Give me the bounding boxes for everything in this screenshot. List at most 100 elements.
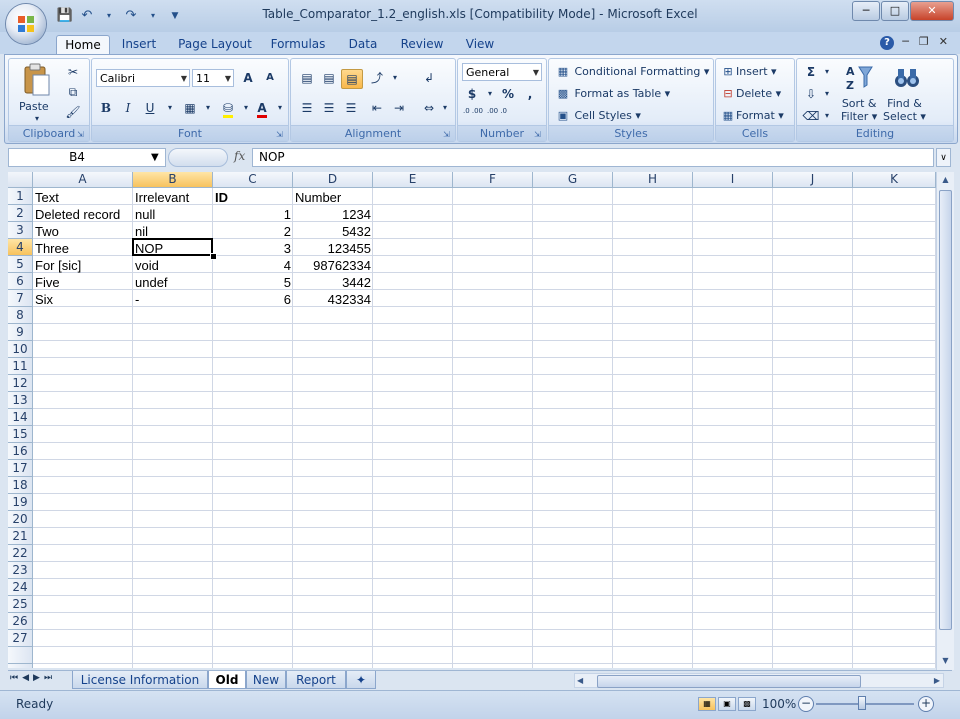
cell-c7[interactable]: 6 (213, 290, 293, 307)
row-header[interactable]: 7 (8, 290, 33, 307)
workbook-minimize-icon[interactable]: ─ (902, 35, 909, 48)
row-header[interactable]: 16 (8, 443, 33, 460)
column-header-i[interactable]: I (693, 172, 773, 188)
font-color-button[interactable]: A (252, 99, 272, 118)
cell-c3[interactable]: 2 (213, 222, 293, 239)
autosum-dropdown-icon[interactable]: ▾ (817, 63, 837, 81)
last-sheet-icon[interactable]: ⏭ (44, 673, 52, 683)
workbook-close-icon[interactable]: ✕ (939, 35, 948, 48)
decrease-decimal-button[interactable]: .00 .0 (486, 107, 508, 125)
borders-dropdown-icon[interactable]: ▾ (198, 99, 218, 117)
column-header-j[interactable]: J (773, 172, 853, 188)
cell-b3[interactable]: nil (133, 222, 213, 239)
formula-input[interactable]: NOP (252, 148, 934, 167)
horizontal-scrollbar[interactable]: ◀ ▶ (574, 673, 944, 688)
zoom-slider-thumb[interactable] (858, 696, 866, 710)
row-header[interactable]: 4 (8, 239, 33, 256)
sheet-tab-new[interactable]: New (246, 671, 286, 689)
close-button[interactable]: ✕ (910, 1, 954, 21)
row-header[interactable]: 24 (8, 579, 33, 596)
format-as-table-button[interactable]: ▩ Format as Table ▾ (555, 86, 670, 102)
row-header[interactable]: 15 (8, 426, 33, 443)
zoom-in-icon[interactable]: + (918, 696, 934, 712)
row-header[interactable]: 25 (8, 596, 33, 613)
increase-decimal-button[interactable]: .0 .00 (462, 107, 484, 125)
cell-a3[interactable]: Two (33, 222, 133, 239)
percent-style-button[interactable]: % (498, 85, 518, 103)
row-header[interactable]: 22 (8, 545, 33, 562)
fill-handle[interactable] (210, 253, 217, 260)
orientation-dropdown-icon[interactable]: ▾ (385, 69, 405, 87)
insert-cells-button[interactable]: ⊞ Insert ▾ (720, 64, 776, 80)
align-top-icon[interactable]: ▤ (297, 69, 317, 87)
align-left-icon[interactable]: ☰ (297, 99, 317, 117)
cell-d1[interactable]: Number (293, 188, 373, 205)
scroll-down-icon[interactable]: ▼ (939, 654, 952, 668)
zoom-out-icon[interactable]: − (798, 696, 814, 712)
cut-icon[interactable]: ✂ (63, 63, 83, 81)
cell-d7[interactable]: 432334 (293, 290, 373, 307)
copy-icon[interactable]: ⧉ (63, 83, 83, 101)
tab-insert[interactable]: Insert (116, 35, 162, 54)
paste-button[interactable]: Paste (19, 99, 49, 115)
row-header[interactable]: 3 (8, 222, 33, 239)
row-header[interactable]: 11 (8, 358, 33, 375)
vertical-scroll-thumb[interactable] (939, 190, 952, 630)
name-box[interactable]: B4 (8, 148, 166, 167)
tab-home[interactable]: Home (56, 35, 110, 55)
column-header-d[interactable]: D (293, 172, 373, 188)
fill-dropdown-icon[interactable]: ▾ (817, 85, 837, 103)
sheet-tab-report[interactable]: Report (286, 671, 346, 689)
first-sheet-icon[interactable]: ⏮ (10, 673, 18, 683)
zoom-level[interactable]: 100% (762, 697, 796, 711)
row-header[interactable]: 17 (8, 460, 33, 477)
find-select-button[interactable]: Find & Select ▾ (883, 97, 926, 123)
workbook-restore-icon[interactable]: ❐ (919, 35, 929, 48)
cell-a5[interactable]: For [sic] (33, 256, 133, 273)
maximize-button[interactable]: □ (881, 1, 909, 21)
formula-bar-resizer[interactable] (168, 148, 228, 167)
orientation-icon[interactable]: ⤴ (367, 69, 387, 87)
sheet-tab-license-information[interactable]: License Information (72, 671, 208, 689)
align-right-icon[interactable]: ☰ (341, 99, 361, 117)
cell-a7[interactable]: Six (33, 290, 133, 307)
horizontal-scroll-thumb[interactable] (597, 675, 861, 688)
prev-sheet-icon[interactable]: ◀ (22, 673, 29, 683)
help-icon[interactable]: ? (880, 36, 894, 50)
cell-d6[interactable]: 3442 (293, 273, 373, 290)
fill-color-icon[interactable]: ⛁ (218, 99, 238, 118)
font-color-dropdown-icon[interactable]: ▾ (270, 99, 290, 117)
row-header[interactable]: 14 (8, 409, 33, 426)
row-header[interactable]: 27 (8, 630, 33, 647)
cell-b7[interactable]: - (133, 290, 213, 307)
decrease-indent-icon[interactable]: ⇤ (367, 99, 387, 117)
number-format-combo[interactable]: General ▼ (462, 63, 542, 81)
expand-formula-bar-icon[interactable]: ∨ (936, 148, 951, 167)
align-center-icon[interactable]: ☰ (319, 99, 339, 117)
sheet-tab-old[interactable]: Old (208, 671, 246, 689)
delete-cells-button[interactable]: ⊟ Delete ▾ (720, 86, 781, 102)
cell-a2[interactable]: Deleted record (33, 205, 133, 222)
sort-filter-icon[interactable]: AZ (845, 63, 873, 93)
underline-button[interactable]: U (140, 99, 160, 117)
row-header[interactable]: 26 (8, 613, 33, 630)
find-binoculars-icon[interactable] (893, 63, 921, 93)
comma-style-button[interactable]: , (520, 85, 540, 103)
paste-icon[interactable] (21, 63, 51, 97)
cell-c1[interactable]: ID (213, 188, 293, 205)
underline-dropdown-icon[interactable]: ▾ (160, 99, 180, 117)
sort-filter-button[interactable]: Sort & Filter ▾ (841, 97, 877, 123)
align-middle-icon[interactable]: ▤ (319, 69, 339, 87)
row-header[interactable]: 21 (8, 528, 33, 545)
dialog-launcher-icon[interactable]: ⇲ (276, 130, 285, 139)
tab-data[interactable]: Data (340, 35, 386, 54)
column-header-b[interactable]: B (133, 172, 213, 188)
format-cells-button[interactable]: ▦ Format ▾ (720, 108, 784, 124)
worksheet-grid[interactable]: ABCDEFGHIJK 1 2 3 4 5 6 7 8 9 10 11 12 13 14 15 16 17 18 1… (8, 172, 936, 668)
tab-formulas[interactable]: Formulas (266, 35, 330, 54)
cell-c2[interactable]: 1 (213, 205, 293, 222)
dialog-launcher-icon[interactable]: ⇲ (534, 130, 543, 139)
cell-b2[interactable]: null (133, 205, 213, 222)
row-header[interactable]: 23 (8, 562, 33, 579)
tab-view[interactable]: View (458, 35, 502, 54)
